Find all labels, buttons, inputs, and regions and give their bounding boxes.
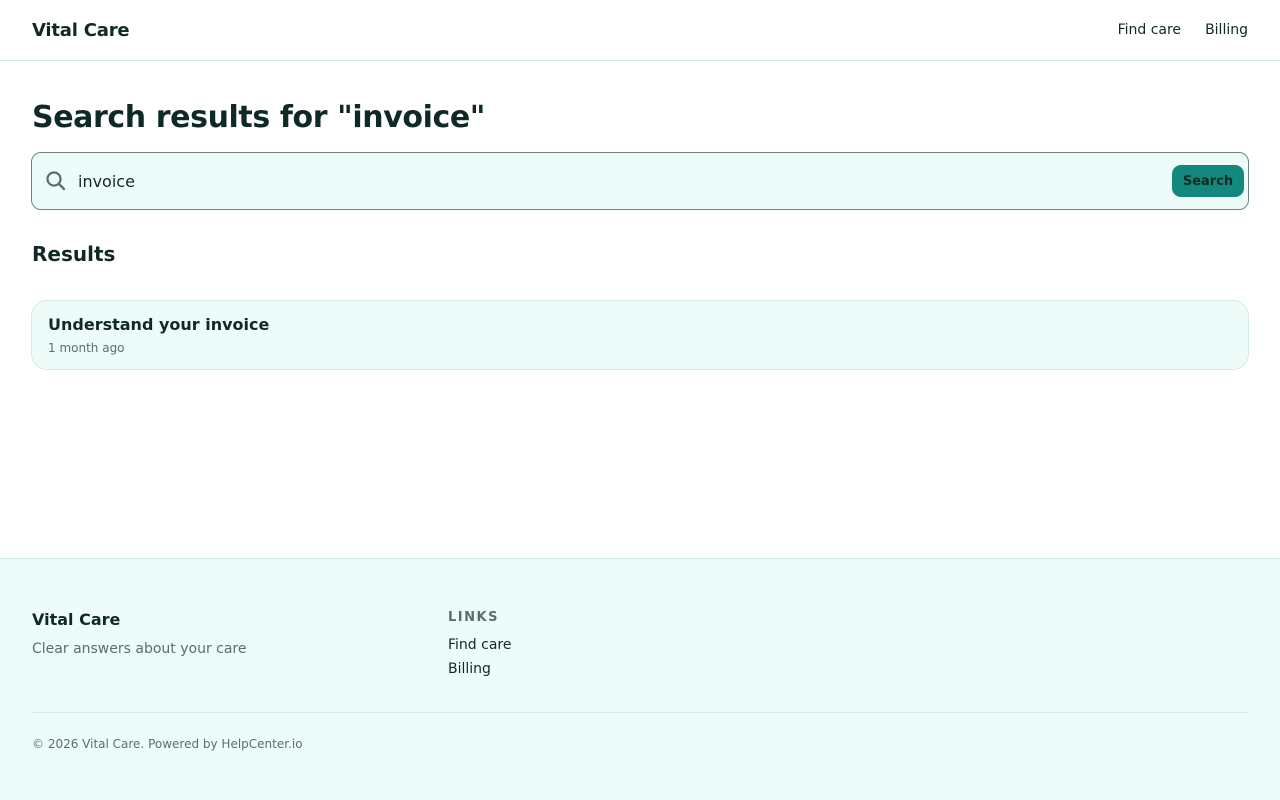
search-input[interactable] bbox=[78, 163, 1158, 199]
site-header: Vital Care Find care Billing bbox=[0, 0, 1280, 61]
site-footer: Vital Care Clear answers about your care… bbox=[0, 558, 1280, 800]
search-box: Search bbox=[31, 152, 1249, 210]
page-title: Search results for "invoice" bbox=[32, 100, 486, 135]
footer-links-heading: LINKS bbox=[448, 610, 499, 625]
result-timestamp: 1 month ago bbox=[48, 341, 125, 355]
footer-link-billing[interactable]: Billing bbox=[448, 661, 491, 677]
nav-link-billing[interactable]: Billing bbox=[1205, 22, 1248, 38]
footer-tagline: Clear answers about your care bbox=[32, 641, 247, 657]
copyright-text: © 2026 Vital Care. Powered by HelpCenter… bbox=[32, 737, 303, 751]
footer-divider bbox=[32, 712, 1248, 713]
brand-logo[interactable]: Vital Care bbox=[32, 20, 130, 41]
result-title[interactable]: Understand your invoice bbox=[48, 315, 269, 334]
footer-link-find-care[interactable]: Find care bbox=[448, 637, 511, 653]
search-icon bbox=[46, 171, 66, 191]
nav-link-find-care[interactable]: Find care bbox=[1118, 22, 1181, 38]
main-nav: Find care Billing bbox=[1118, 22, 1248, 38]
result-item[interactable]: Understand your invoice 1 month ago bbox=[31, 300, 1249, 370]
search-button[interactable]: Search bbox=[1172, 165, 1244, 197]
footer-brand: Vital Care bbox=[32, 610, 121, 629]
results-heading: Results bbox=[32, 242, 116, 266]
